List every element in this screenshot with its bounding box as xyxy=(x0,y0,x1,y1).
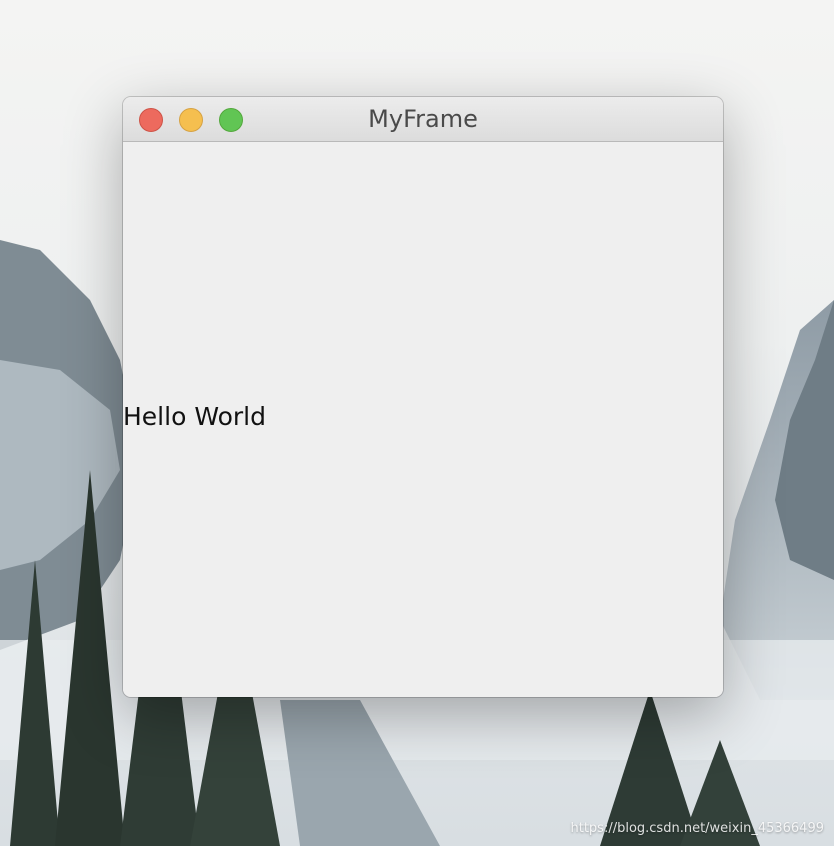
window-title: MyFrame xyxy=(368,105,478,133)
watermark-text: https://blog.csdn.net/weixin_45366499 xyxy=(570,821,824,836)
app-window: MyFrame Hello World xyxy=(123,97,723,697)
window-content: Hello World xyxy=(123,142,723,697)
title-bar[interactable]: MyFrame xyxy=(123,97,723,142)
desktop: MyFrame Hello World https://blog.csdn.ne… xyxy=(0,0,834,846)
hello-label: Hello World xyxy=(123,402,266,431)
